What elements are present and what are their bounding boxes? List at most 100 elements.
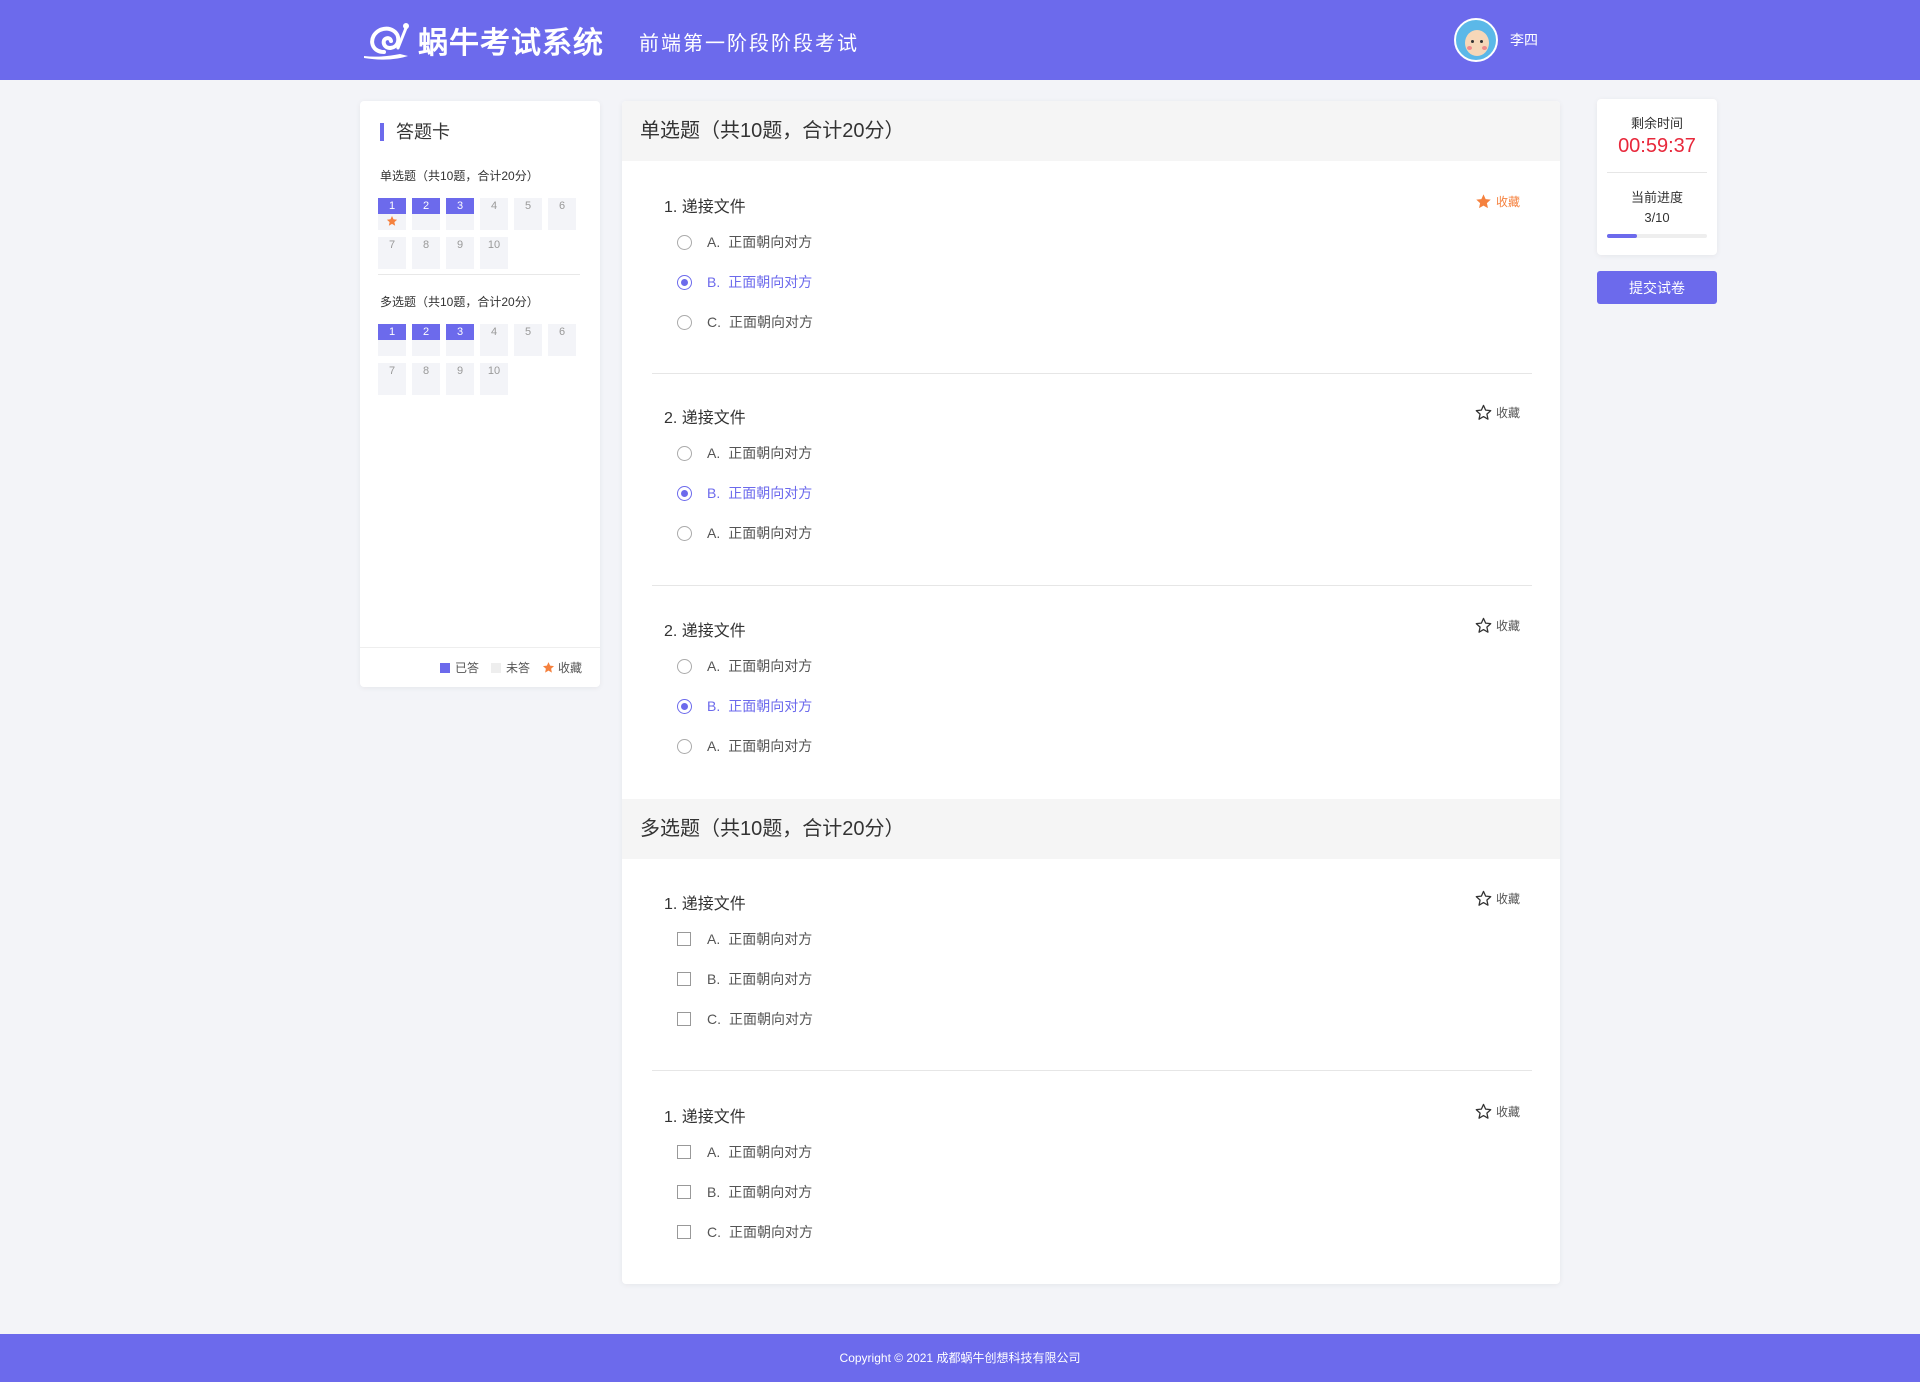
answer-option[interactable]: A. 正面朝向对方 — [677, 1142, 812, 1162]
option-text: 正面朝向对方 — [728, 274, 813, 290]
answer-option[interactable]: C. 正面朝向对方 — [677, 1222, 813, 1242]
star-icon — [542, 662, 555, 673]
answer-card-title: 答题卡 — [380, 123, 450, 141]
snail-logo-icon — [364, 23, 409, 60]
answer-card-cell[interactable]: 5 — [514, 198, 542, 230]
user-menu[interactable]: 李四 — [1454, 18, 1538, 62]
answer-card-cell[interactable]: 4 — [480, 324, 508, 356]
question-title: 2. 递接文件 — [664, 410, 746, 427]
answer-card-cell-number: 4 — [490, 326, 498, 338]
option-key: B. — [707, 1184, 721, 1200]
logo-text: 蜗牛考试系统 — [418, 27, 604, 60]
answer-card-legend: 已答 未答 收藏 — [360, 647, 600, 687]
answer-card-cell[interactable]: 8 — [412, 237, 440, 269]
answer-card-cell[interactable]: 3 — [446, 198, 474, 230]
answer-card-divider — [378, 274, 580, 275]
answer-card-cell-number: 4 — [490, 200, 498, 212]
answer-option[interactable]: A. 正面朝向对方 — [677, 443, 812, 463]
checkbox[interactable] — [677, 932, 691, 946]
checkbox[interactable] — [677, 1012, 691, 1026]
radio-button[interactable] — [677, 445, 692, 461]
answer-card-cell[interactable]: 8 — [412, 363, 440, 395]
answer-card-cell-number: 9 — [456, 239, 464, 251]
answer-option[interactable]: A. 正面朝向对方 — [677, 736, 812, 756]
favorite-button[interactable]: 收藏 — [1475, 890, 1520, 907]
answer-option[interactable]: A. 正面朝向对方 — [677, 523, 812, 543]
checkbox[interactable] — [677, 1225, 691, 1239]
answer-option[interactable]: A. 正面朝向对方 — [677, 929, 812, 949]
favorite-label: 收藏 — [1495, 195, 1520, 209]
answer-card-cell[interactable]: 1 — [378, 198, 406, 230]
answer-card-cell[interactable]: 6 — [548, 324, 576, 356]
avatar[interactable] — [1454, 18, 1498, 62]
option-key: A. — [707, 1144, 721, 1160]
answer-card-cell-number: 2 — [412, 198, 440, 214]
answer-option[interactable]: A. 正面朝向对方 — [677, 232, 812, 252]
answer-card-cell[interactable]: 7 — [378, 363, 406, 395]
answered-swatch — [439, 662, 450, 673]
exam-title: 前端第一阶段阶段考试 — [639, 33, 859, 55]
favorite-label: 收藏 — [1495, 619, 1520, 633]
answer-card-cell[interactable]: 7 — [378, 237, 406, 269]
radio-button[interactable] — [677, 234, 692, 250]
favorite-button[interactable]: 收藏 — [1475, 404, 1520, 421]
answer-option[interactable]: B. 正面朝向对方 — [677, 1182, 812, 1202]
option-key: B. — [707, 274, 721, 290]
option-text: 正面朝向对方 — [728, 525, 813, 541]
answer-option[interactable]: A. 正面朝向对方 — [677, 656, 812, 676]
radio-button[interactable] — [677, 525, 692, 541]
answer-option[interactable]: C. 正面朝向对方 — [677, 1009, 813, 1029]
favorite-button[interactable]: 收藏 — [1475, 1103, 1520, 1120]
answer-option[interactable]: B. 正面朝向对方 — [677, 696, 812, 716]
radio-button[interactable] — [677, 485, 692, 501]
favorite-button[interactable]: 收藏 — [1475, 617, 1520, 634]
answer-card-cell[interactable]: 5 — [514, 324, 542, 356]
favorite-button[interactable]: 收藏 — [1475, 193, 1520, 210]
answer-card-cell[interactable]: 2 — [412, 198, 440, 230]
answer-card-cell[interactable]: 1 — [378, 324, 406, 356]
radio-button[interactable] — [677, 314, 692, 330]
question-title: 1. 递接文件 — [664, 199, 746, 216]
answer-option[interactable]: B. 正面朝向对方 — [677, 969, 812, 989]
answer-card-cell[interactable]: 2 — [412, 324, 440, 356]
logo[interactable]: 蜗牛考试系统 — [360, 18, 604, 62]
radio-button[interactable] — [677, 738, 692, 754]
option-text: 正面朝向对方 — [729, 1224, 813, 1240]
answer-card-cell[interactable]: 6 — [548, 198, 576, 230]
progress-bar — [1607, 234, 1707, 238]
unanswered-swatch — [490, 662, 501, 673]
answer-card-cell[interactable]: 10 — [480, 237, 508, 269]
option-text: 正面朝向对方 — [728, 1184, 813, 1200]
radio-button[interactable] — [677, 658, 692, 674]
option-key: C. — [707, 1011, 721, 1027]
answer-option[interactable]: C. 正面朝向对方 — [677, 312, 813, 332]
radio-button[interactable] — [677, 274, 692, 290]
answer-card-cell[interactable]: 4 — [480, 198, 508, 230]
answer-card-cell-number: 3 — [446, 198, 474, 214]
radio-button[interactable] — [677, 698, 692, 714]
checkbox[interactable] — [677, 972, 691, 986]
answer-card-cell-number: 5 — [524, 326, 532, 338]
question-divider — [652, 585, 1532, 586]
answer-card-cell-number: 1 — [378, 198, 406, 214]
option-key: A. — [707, 658, 721, 674]
question-title: 1. 递接文件 — [664, 896, 746, 913]
answer-card-cell-number: 6 — [558, 200, 566, 212]
answer-card-cell[interactable]: 10 — [480, 363, 508, 395]
option-key: B. — [707, 698, 721, 714]
answer-card-cell[interactable]: 9 — [446, 237, 474, 269]
checkbox[interactable] — [677, 1185, 691, 1199]
answer-card-cell-number: 6 — [558, 326, 566, 338]
option-text: 正面朝向对方 — [728, 698, 813, 714]
checkbox[interactable] — [677, 1145, 691, 1159]
option-text: 正面朝向对方 — [729, 314, 813, 330]
answer-option[interactable]: B. 正面朝向对方 — [677, 272, 812, 292]
answer-card-cell[interactable]: 9 — [446, 363, 474, 395]
option-key: A. — [707, 234, 721, 250]
progress-label: 当前进度 — [1630, 190, 1683, 205]
progress-value: 3/10 — [1644, 210, 1670, 225]
answer-option[interactable]: B. 正面朝向对方 — [677, 483, 812, 503]
submit-exam-button[interactable]: 提交试卷 — [1597, 271, 1717, 304]
answer-card-cell[interactable]: 3 — [446, 324, 474, 356]
legend-favorited: 收藏 — [542, 659, 582, 676]
